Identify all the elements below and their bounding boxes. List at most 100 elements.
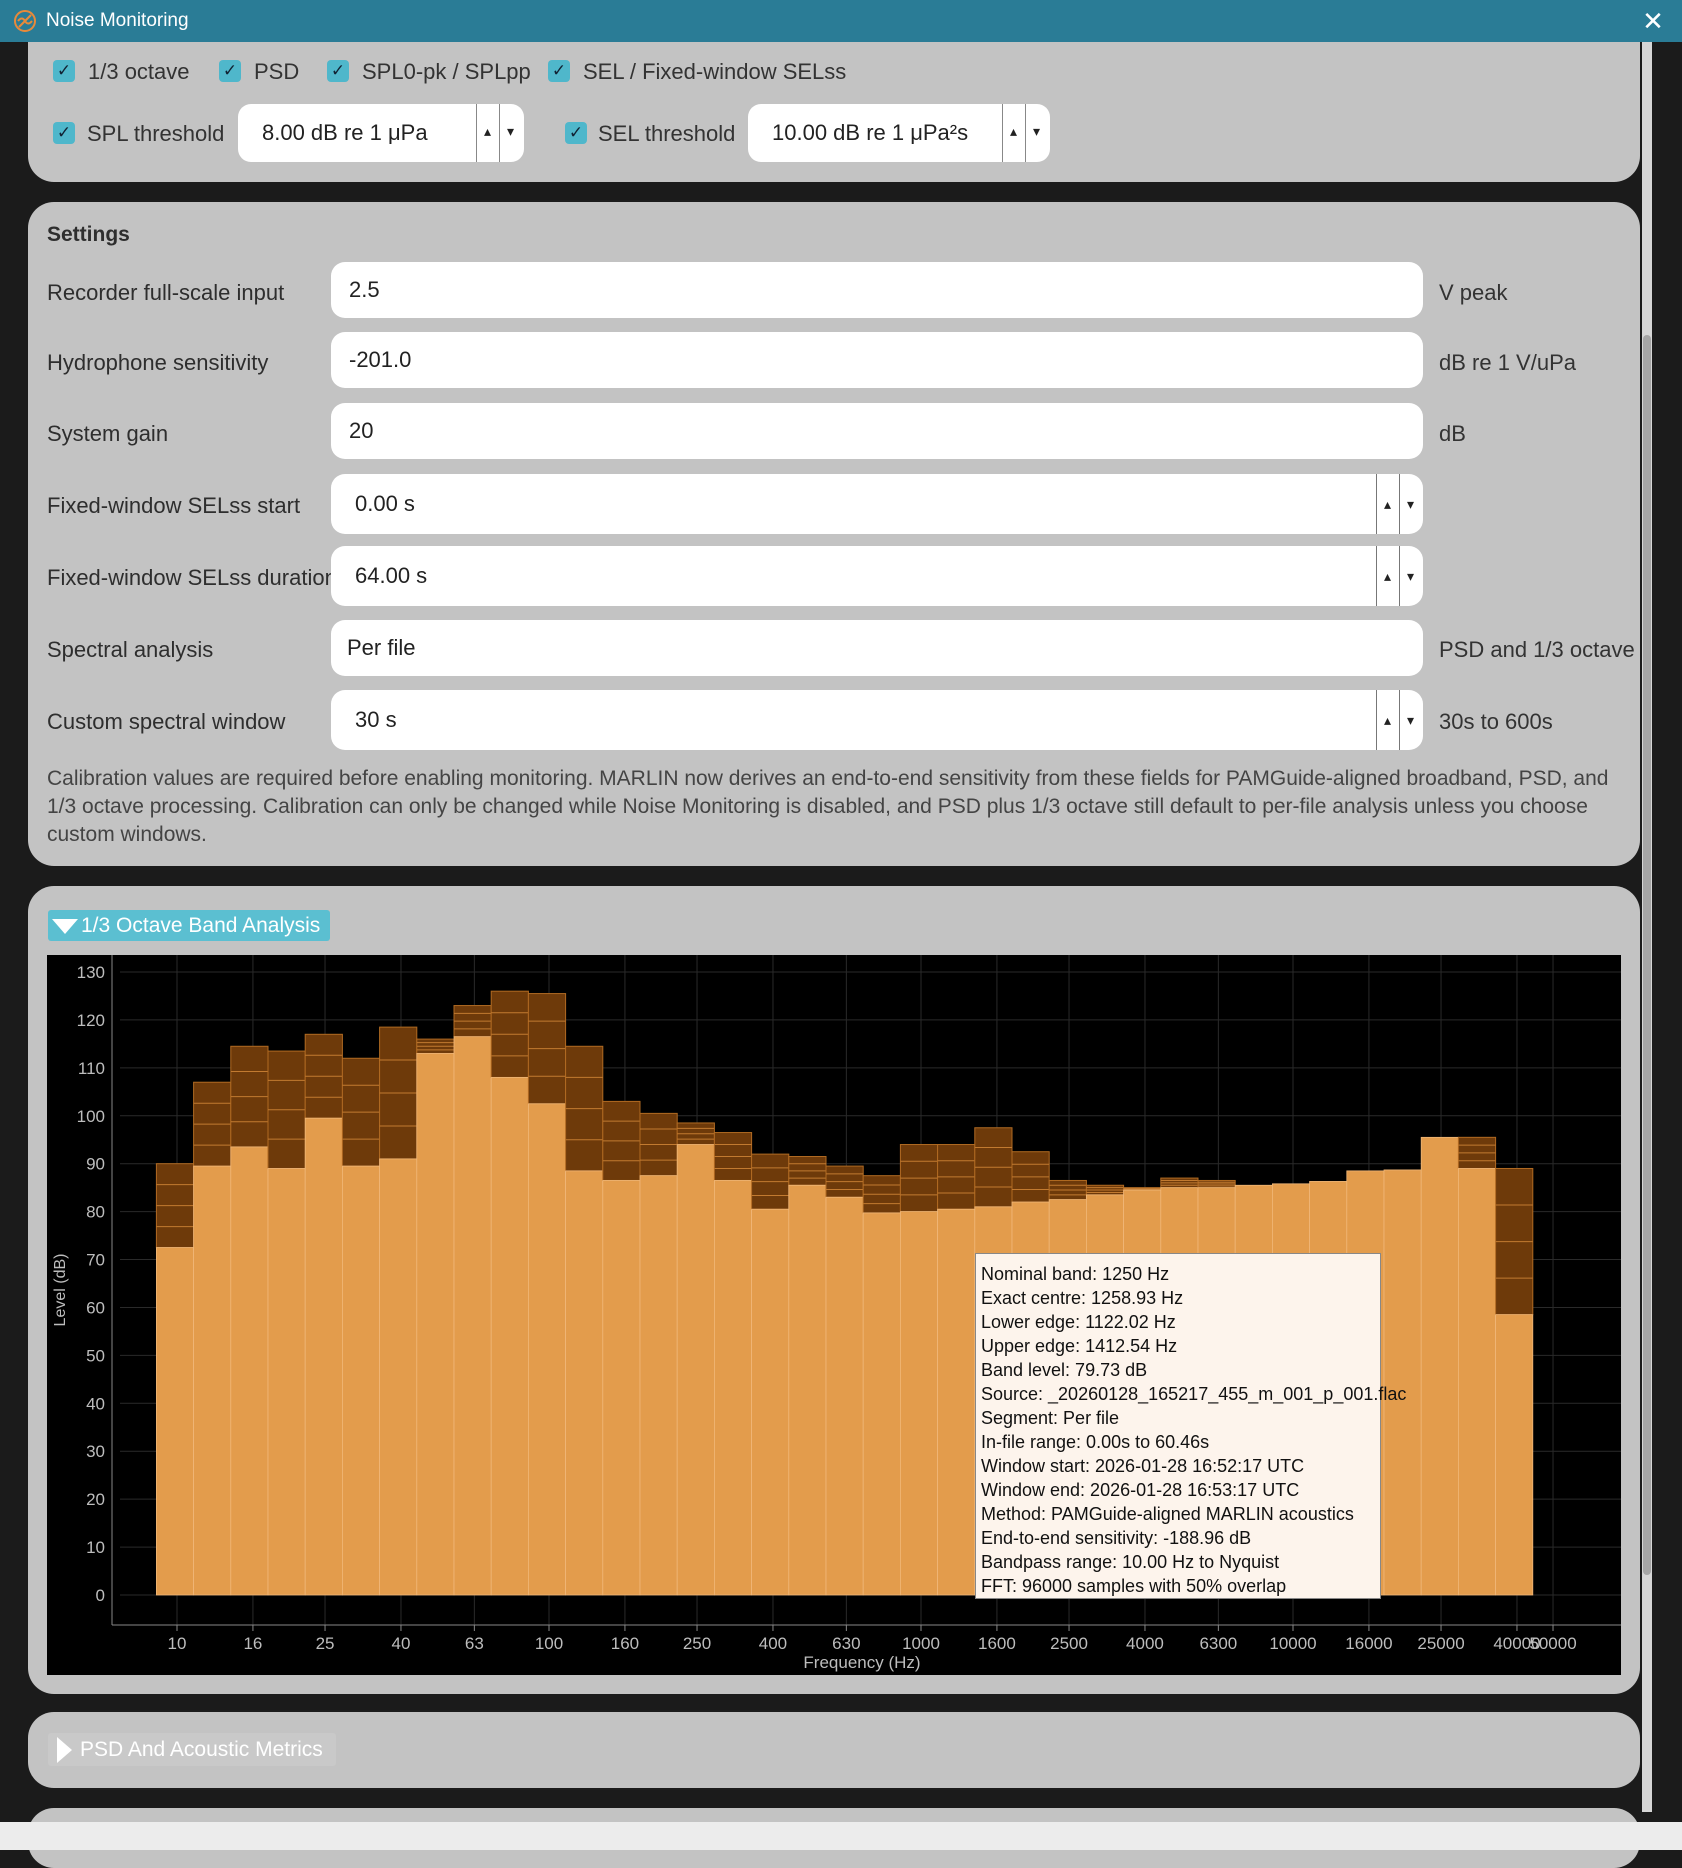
y-tick-label: 0 [96, 1586, 105, 1605]
band-bar [1420, 1136, 1459, 1596]
metric-checkbox-psd[interactable]: ✓ [219, 60, 241, 82]
sel-increment-button[interactable]: ▴ [1002, 104, 1024, 162]
octave-band-chart[interactable]: 0 10 20 30 40 50 60 70 80 90 100 110 120 130 10 16 25 40 6… [47, 955, 1621, 1675]
sel-start-value: 0.00 s [355, 491, 415, 516]
custom-window-label: Custom spectral window [47, 709, 286, 734]
custom-window-unit: 30s to 600s [1439, 709, 1553, 734]
band-bar [602, 1180, 641, 1596]
system-gain-field[interactable]: 20 [331, 403, 1423, 459]
y-tick-label: 110 [78, 1059, 105, 1078]
metric-label-spl-peak: SPL0-pk / SPLpp [362, 59, 531, 84]
calibration-note: Calibration values are required before e… [47, 767, 1609, 846]
band-bar [825, 1196, 864, 1596]
x-tick-label: 160 [611, 1634, 639, 1653]
spectral-analysis-label: Spectral analysis [47, 637, 214, 662]
band-bar [751, 1208, 790, 1596]
x-tick-label: 40 [392, 1634, 411, 1653]
band-bar [937, 1208, 976, 1596]
x-tick-label: 4000 [1126, 1634, 1164, 1653]
tooltip-line: Segment: Per file [981, 1408, 1120, 1428]
x-tick-label: 25000 [1417, 1634, 1464, 1653]
sel-start-spinbox[interactable]: 0.00 s ▴ ▾ [331, 474, 1423, 534]
y-axis-label: Level (dB) [52, 1254, 69, 1327]
sel-duration-decrement-button[interactable]: ▾ [1399, 546, 1421, 606]
x-tick-label: 1000 [902, 1634, 940, 1653]
metric-checkbox-sel[interactable]: ✓ [548, 60, 570, 82]
sel-start-decrement-button[interactable]: ▾ [1399, 474, 1421, 534]
custom-window-value: 30 s [355, 707, 397, 732]
app-logo-icon [14, 10, 36, 32]
settings-title: Settings [47, 223, 130, 246]
sel-start-increment-button[interactable]: ▴ [1376, 474, 1398, 534]
sel-duration-spinbox[interactable]: 64.00 s ▴ ▾ [331, 546, 1423, 606]
spl-threshold-label: SPL threshold [87, 121, 225, 146]
y-tick-label: 10 [86, 1538, 105, 1557]
metric-checkbox-spl-peak[interactable]: ✓ [327, 60, 349, 82]
band-bar [676, 1144, 715, 1596]
tooltip-line: In-file range: 0.00s to 60.46s [981, 1432, 1210, 1452]
y-tick-label: 30 [86, 1442, 105, 1461]
band-bar [304, 1117, 343, 1596]
y-tick-label: 80 [86, 1203, 105, 1222]
recorder-input-value: 2.5 [349, 277, 380, 302]
band-bar [193, 1165, 232, 1596]
custom-window-spinbox[interactable]: 30 s ▴ ▾ [331, 690, 1423, 750]
sel-duration-increment-button[interactable]: ▴ [1376, 546, 1398, 606]
spl-decrement-button[interactable]: ▾ [499, 104, 521, 162]
band-bar [341, 1165, 380, 1596]
band-bar [639, 1175, 678, 1596]
psd-section-header[interactable]: PSD And Acoustic Metrics [48, 1733, 336, 1766]
tooltip-line: Window end: 2026-01-28 16:53:17 UTC [981, 1480, 1300, 1500]
sel-threshold-spinbox[interactable]: 10.00 dB re 1 μPa²s ▴ ▾ [748, 104, 1050, 162]
x-tick-label: 2500 [1050, 1634, 1088, 1653]
hydrophone-sensitivity-label: Hydrophone sensitivity [47, 350, 269, 375]
spectral-analysis-dropdown[interactable]: Per file [331, 620, 1423, 676]
tooltip-line: Upper edge: 1412.54 Hz [981, 1336, 1178, 1356]
band-bar [267, 1168, 306, 1596]
custom-window-decrement-button[interactable]: ▾ [1399, 690, 1421, 750]
x-tick-label: 250 [683, 1634, 711, 1653]
spl-threshold-spinbox[interactable]: 8.00 dB re 1 μPa ▴ ▾ [238, 104, 524, 162]
sel-duration-value: 64.00 s [355, 563, 428, 588]
x-tick-label: 10000 [1269, 1634, 1316, 1653]
recorder-input-field[interactable]: 2.5 [331, 262, 1423, 318]
metric-label-third-octave: 1/3 octave [88, 59, 190, 84]
recorder-input-unit: V peak [1439, 280, 1508, 305]
band-tooltip: Nominal band: 1250 Hz Exact centre: 1258… [975, 1253, 1406, 1599]
title-bar: Noise Monitoring ✕ [0, 0, 1682, 42]
y-tick-label: 130 [77, 963, 105, 982]
band-bar [1383, 1169, 1422, 1596]
spl-increment-button[interactable]: ▴ [476, 104, 498, 162]
system-gain-label: System gain [47, 421, 169, 446]
octave-section-header[interactable]: 1/3 Octave Band Analysis [48, 910, 330, 941]
close-button[interactable]: ✕ [1638, 6, 1668, 36]
system-gain-unit: dB [1439, 421, 1466, 446]
psd-section-title: PSD And Acoustic Metrics [80, 1738, 323, 1761]
tooltip-line: FFT: 96000 samples with 50% overlap [981, 1576, 1287, 1596]
sel-threshold-checkbox[interactable]: ✓ [565, 122, 587, 144]
expand-triangle-icon [57, 1737, 72, 1763]
y-tick-label: 50 [86, 1346, 105, 1365]
sel-decrement-button[interactable]: ▾ [1025, 104, 1047, 162]
x-tick-label: 400 [759, 1634, 787, 1653]
y-tick-label: 120 [77, 1011, 105, 1030]
spl-threshold-checkbox[interactable]: ✓ [53, 122, 75, 144]
custom-window-increment-button[interactable]: ▴ [1376, 690, 1398, 750]
y-tick-label: 100 [77, 1107, 105, 1126]
band-bar [1495, 1314, 1534, 1596]
metric-label-psd: PSD [254, 59, 300, 84]
hydrophone-sensitivity-field[interactable]: -201.0 [331, 332, 1423, 388]
band-bar [453, 1036, 492, 1596]
y-tick-label: 60 [86, 1298, 105, 1317]
metrics-row-clip [28, 42, 1640, 56]
band-bar [490, 1077, 529, 1596]
metric-checkbox-third-octave[interactable]: ✓ [53, 60, 75, 82]
tooltip-line: End-to-end sensitivity: -188.96 dB [981, 1528, 1252, 1548]
spl-threshold-value: 8.00 dB re 1 μPa [262, 120, 428, 145]
tooltip-line: Band level: 79.73 dB [981, 1360, 1148, 1380]
y-tick-label: 70 [86, 1251, 105, 1270]
sel-threshold-label: SEL threshold [598, 121, 736, 146]
y-tick-label: 40 [86, 1394, 105, 1413]
system-gain-value: 20 [349, 418, 374, 443]
scrollbar-thumb[interactable] [1643, 335, 1651, 1575]
